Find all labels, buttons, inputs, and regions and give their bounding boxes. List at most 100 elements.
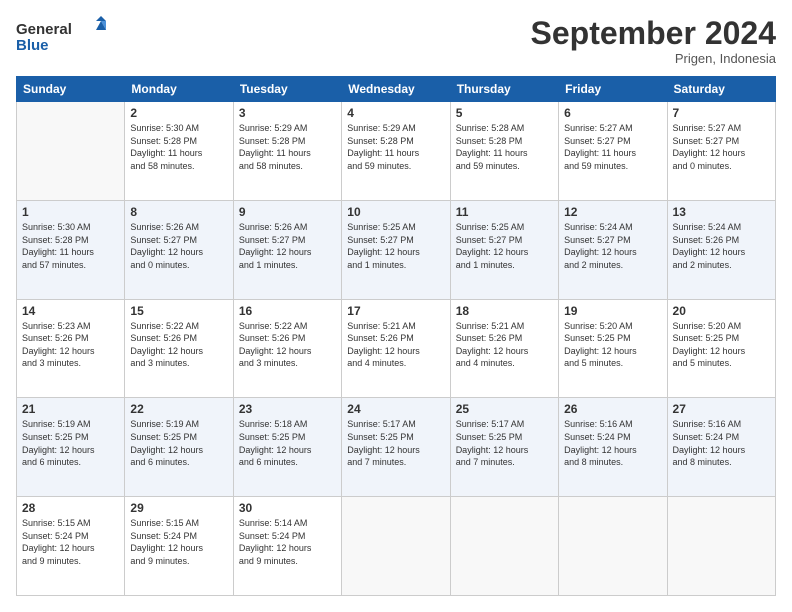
calendar-week-row: 21 Sunrise: 5:19 AM Sunset: 5:25 PM Dayl… [17, 398, 776, 497]
table-row: 16 Sunrise: 5:22 AM Sunset: 5:26 PM Dayl… [233, 299, 341, 398]
day-number: 16 [239, 304, 336, 318]
svg-text:Blue: Blue [16, 37, 49, 54]
table-row: 15 Sunrise: 5:22 AM Sunset: 5:26 PM Dayl… [125, 299, 233, 398]
table-row: 17 Sunrise: 5:21 AM Sunset: 5:26 PM Dayl… [342, 299, 450, 398]
day-info: Sunrise: 5:26 AM Sunset: 5:27 PM Dayligh… [239, 221, 336, 271]
day-number: 13 [673, 205, 770, 219]
table-row: 27 Sunrise: 5:16 AM Sunset: 5:24 PM Dayl… [667, 398, 775, 497]
day-info: Sunrise: 5:20 AM Sunset: 5:25 PM Dayligh… [564, 320, 661, 370]
table-row [342, 497, 450, 596]
table-row: 9 Sunrise: 5:26 AM Sunset: 5:27 PM Dayli… [233, 200, 341, 299]
day-info: Sunrise: 5:24 AM Sunset: 5:27 PM Dayligh… [564, 221, 661, 271]
table-row: 14 Sunrise: 5:23 AM Sunset: 5:26 PM Dayl… [17, 299, 125, 398]
day-number: 30 [239, 501, 336, 515]
table-row: 8 Sunrise: 5:26 AM Sunset: 5:27 PM Dayli… [125, 200, 233, 299]
logo-svg: General Blue [16, 16, 106, 56]
col-thursday: Thursday [450, 77, 558, 102]
table-row: 21 Sunrise: 5:19 AM Sunset: 5:25 PM Dayl… [17, 398, 125, 497]
table-row: 10 Sunrise: 5:25 AM Sunset: 5:27 PM Dayl… [342, 200, 450, 299]
calendar-week-row: 28 Sunrise: 5:15 AM Sunset: 5:24 PM Dayl… [17, 497, 776, 596]
day-number: 27 [673, 402, 770, 416]
table-row: 6 Sunrise: 5:27 AM Sunset: 5:27 PM Dayli… [559, 102, 667, 201]
day-info: Sunrise: 5:19 AM Sunset: 5:25 PM Dayligh… [130, 418, 227, 468]
day-number: 21 [22, 402, 119, 416]
day-number: 6 [564, 106, 661, 120]
table-row: 30 Sunrise: 5:14 AM Sunset: 5:24 PM Dayl… [233, 497, 341, 596]
page: General Blue September 2024 Prigen, Indo… [0, 0, 792, 612]
calendar-week-row: 2 Sunrise: 5:30 AM Sunset: 5:28 PM Dayli… [17, 102, 776, 201]
day-number: 20 [673, 304, 770, 318]
day-number: 8 [130, 205, 227, 219]
day-number: 12 [564, 205, 661, 219]
calendar-table: Sunday Monday Tuesday Wednesday Thursday… [16, 76, 776, 596]
subtitle: Prigen, Indonesia [531, 51, 776, 66]
day-info: Sunrise: 5:25 AM Sunset: 5:27 PM Dayligh… [456, 221, 553, 271]
day-number: 17 [347, 304, 444, 318]
day-number: 7 [673, 106, 770, 120]
table-row [17, 102, 125, 201]
day-info: Sunrise: 5:30 AM Sunset: 5:28 PM Dayligh… [22, 221, 119, 271]
table-row: 2 Sunrise: 5:30 AM Sunset: 5:28 PM Dayli… [125, 102, 233, 201]
day-info: Sunrise: 5:30 AM Sunset: 5:28 PM Dayligh… [130, 122, 227, 172]
table-row: 3 Sunrise: 5:29 AM Sunset: 5:28 PM Dayli… [233, 102, 341, 201]
day-info: Sunrise: 5:17 AM Sunset: 5:25 PM Dayligh… [456, 418, 553, 468]
day-number: 10 [347, 205, 444, 219]
table-row: 11 Sunrise: 5:25 AM Sunset: 5:27 PM Dayl… [450, 200, 558, 299]
table-row [667, 497, 775, 596]
day-info: Sunrise: 5:21 AM Sunset: 5:26 PM Dayligh… [347, 320, 444, 370]
day-info: Sunrise: 5:19 AM Sunset: 5:25 PM Dayligh… [22, 418, 119, 468]
calendar-week-row: 14 Sunrise: 5:23 AM Sunset: 5:26 PM Dayl… [17, 299, 776, 398]
day-info: Sunrise: 5:16 AM Sunset: 5:24 PM Dayligh… [673, 418, 770, 468]
col-friday: Friday [559, 77, 667, 102]
day-number: 4 [347, 106, 444, 120]
day-info: Sunrise: 5:15 AM Sunset: 5:24 PM Dayligh… [130, 517, 227, 567]
day-info: Sunrise: 5:28 AM Sunset: 5:28 PM Dayligh… [456, 122, 553, 172]
table-row: 5 Sunrise: 5:28 AM Sunset: 5:28 PM Dayli… [450, 102, 558, 201]
table-row: 28 Sunrise: 5:15 AM Sunset: 5:24 PM Dayl… [17, 497, 125, 596]
day-number: 11 [456, 205, 553, 219]
title-block: September 2024 Prigen, Indonesia [531, 16, 776, 66]
table-row: 1 Sunrise: 5:30 AM Sunset: 5:28 PM Dayli… [17, 200, 125, 299]
day-info: Sunrise: 5:20 AM Sunset: 5:25 PM Dayligh… [673, 320, 770, 370]
table-row: 20 Sunrise: 5:20 AM Sunset: 5:25 PM Dayl… [667, 299, 775, 398]
day-info: Sunrise: 5:17 AM Sunset: 5:25 PM Dayligh… [347, 418, 444, 468]
table-row: 4 Sunrise: 5:29 AM Sunset: 5:28 PM Dayli… [342, 102, 450, 201]
table-row: 7 Sunrise: 5:27 AM Sunset: 5:27 PM Dayli… [667, 102, 775, 201]
table-row: 13 Sunrise: 5:24 AM Sunset: 5:26 PM Dayl… [667, 200, 775, 299]
day-info: Sunrise: 5:22 AM Sunset: 5:26 PM Dayligh… [130, 320, 227, 370]
day-number: 19 [564, 304, 661, 318]
table-row: 18 Sunrise: 5:21 AM Sunset: 5:26 PM Dayl… [450, 299, 558, 398]
svg-text:General: General [16, 21, 72, 38]
col-monday: Monday [125, 77, 233, 102]
table-row: 24 Sunrise: 5:17 AM Sunset: 5:25 PM Dayl… [342, 398, 450, 497]
day-number: 28 [22, 501, 119, 515]
day-info: Sunrise: 5:16 AM Sunset: 5:24 PM Dayligh… [564, 418, 661, 468]
header: General Blue September 2024 Prigen, Indo… [16, 16, 776, 66]
day-number: 2 [130, 106, 227, 120]
day-info: Sunrise: 5:22 AM Sunset: 5:26 PM Dayligh… [239, 320, 336, 370]
day-number: 9 [239, 205, 336, 219]
day-number: 25 [456, 402, 553, 416]
table-row [559, 497, 667, 596]
table-row [450, 497, 558, 596]
table-row: 25 Sunrise: 5:17 AM Sunset: 5:25 PM Dayl… [450, 398, 558, 497]
col-wednesday: Wednesday [342, 77, 450, 102]
day-info: Sunrise: 5:29 AM Sunset: 5:28 PM Dayligh… [347, 122, 444, 172]
day-number: 3 [239, 106, 336, 120]
day-info: Sunrise: 5:21 AM Sunset: 5:26 PM Dayligh… [456, 320, 553, 370]
table-row: 23 Sunrise: 5:18 AM Sunset: 5:25 PM Dayl… [233, 398, 341, 497]
table-row: 26 Sunrise: 5:16 AM Sunset: 5:24 PM Dayl… [559, 398, 667, 497]
table-row: 29 Sunrise: 5:15 AM Sunset: 5:24 PM Dayl… [125, 497, 233, 596]
day-number: 18 [456, 304, 553, 318]
day-info: Sunrise: 5:27 AM Sunset: 5:27 PM Dayligh… [673, 122, 770, 172]
day-info: Sunrise: 5:26 AM Sunset: 5:27 PM Dayligh… [130, 221, 227, 271]
day-info: Sunrise: 5:15 AM Sunset: 5:24 PM Dayligh… [22, 517, 119, 567]
day-number: 14 [22, 304, 119, 318]
table-row: 22 Sunrise: 5:19 AM Sunset: 5:25 PM Dayl… [125, 398, 233, 497]
table-row: 12 Sunrise: 5:24 AM Sunset: 5:27 PM Dayl… [559, 200, 667, 299]
day-info: Sunrise: 5:29 AM Sunset: 5:28 PM Dayligh… [239, 122, 336, 172]
day-info: Sunrise: 5:24 AM Sunset: 5:26 PM Dayligh… [673, 221, 770, 271]
day-number: 15 [130, 304, 227, 318]
col-sunday: Sunday [17, 77, 125, 102]
day-number: 5 [456, 106, 553, 120]
